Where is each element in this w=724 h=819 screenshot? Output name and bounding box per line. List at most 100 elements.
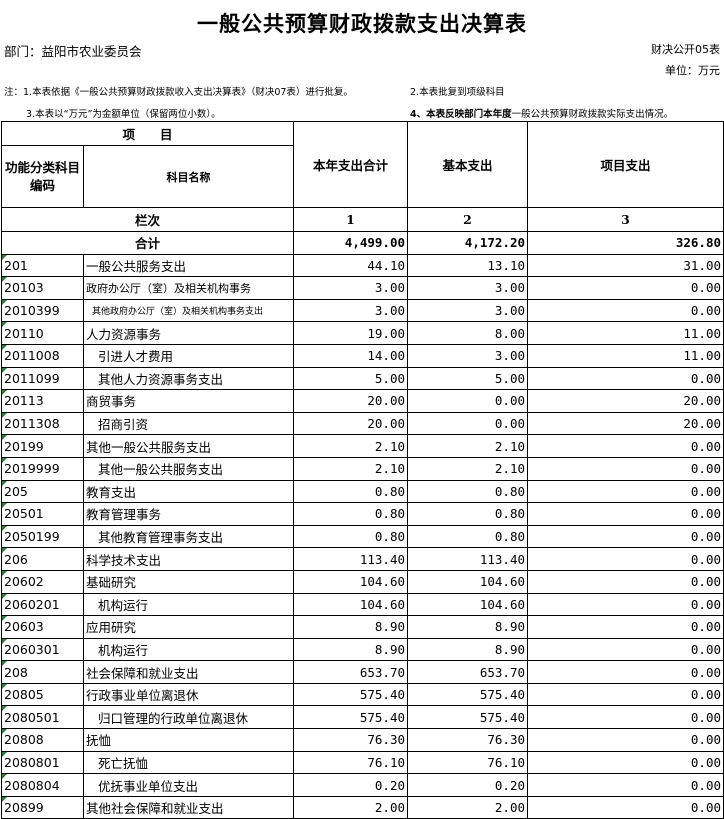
row-code: 2060301 <box>1 637 84 662</box>
row-name: 引进人才费用 <box>82 343 295 368</box>
row-total: 113.40 <box>293 547 409 571</box>
table-row: 20805 行政事业单位离退休 575.40 575.40 0.00 <box>1 682 724 707</box>
row-basic: 13.10 <box>407 253 529 278</box>
table-row: 20501 教育管理事务 0.80 0.80 0.00 <box>1 502 724 526</box>
table-row: 2080501 归口管理的行政单位离退休 575.40 575.40 0.00 <box>1 705 724 730</box>
row-code: 208 <box>1 660 84 684</box>
row-name: 其他一般公共服务支出 <box>82 456 295 481</box>
cell-marker-icon <box>2 390 7 396</box>
row-name: 招商引资 <box>82 411 295 436</box>
cell-marker-icon <box>2 797 7 802</box>
row-total: 575.40 <box>293 682 409 707</box>
total-basic: 4,172.20 <box>407 231 529 255</box>
cell-marker-icon <box>2 345 7 350</box>
row-name: 机构运行 <box>82 637 295 662</box>
seq-3: 3 <box>527 207 724 232</box>
row-code: 2011008 <box>1 343 84 368</box>
row-project: 0.00 <box>527 298 724 323</box>
cell-marker-icon <box>2 616 7 622</box>
row-code: 201 <box>1 253 84 278</box>
row-total: 0.80 <box>293 524 409 549</box>
cell-marker-icon <box>2 413 7 418</box>
row-code: 20603 <box>1 615 84 639</box>
row-basic: 0.20 <box>407 773 529 797</box>
row-code-text: 20602 <box>4 574 44 590</box>
header-item: 项 目 <box>0 121 295 146</box>
total-project: 326.80 <box>527 231 724 255</box>
cell-marker-icon <box>2 255 7 260</box>
table-row: 208 社会保障和就业支出 653.70 653.70 0.00 <box>1 660 724 684</box>
row-total: 14.00 <box>293 343 409 368</box>
cell-marker-icon <box>2 571 7 576</box>
row-basic: 0.80 <box>407 479 529 504</box>
note-4-bold: 4、本表反映部门本年度 <box>410 109 512 120</box>
total-label: 合计 <box>0 231 295 255</box>
row-code-text: 2011308 <box>4 416 60 432</box>
row-code: 206 <box>1 547 84 571</box>
row-basic: 2.10 <box>407 456 529 481</box>
cell-marker-icon <box>2 526 7 531</box>
table-row: 2050199 其他教育管理事务支出 0.80 0.80 0.00 <box>1 524 724 549</box>
row-project: 31.00 <box>527 253 724 278</box>
row-code-text: 2080801 <box>4 754 60 770</box>
row-project: 0.00 <box>527 773 724 797</box>
cell-marker-icon <box>2 300 7 305</box>
row-name: 其他一般公共服务支出 <box>82 434 295 458</box>
row-total: 2.00 <box>293 795 409 819</box>
row-code-text: 2019999 <box>4 461 60 477</box>
expenditure-table: 项 目 本年支出合计 基本支出 项目支出 功能分类科目编码 科目名称 栏次 1 … <box>0 121 724 819</box>
row-code-text: 2060201 <box>4 596 60 612</box>
row-project: 0.00 <box>527 524 724 549</box>
row-basic: 3.00 <box>407 298 529 323</box>
row-total: 19.00 <box>293 321 409 345</box>
row-code: 20899 <box>1 795 84 819</box>
row-name: 其他教育管理事务支出 <box>82 524 295 549</box>
seq-2: 2 <box>407 207 529 232</box>
row-code: 20808 <box>1 728 84 752</box>
row-basic: 104.60 <box>407 569 529 594</box>
note-3: 3.本表以“万元”为金额单位（保留两位小数）。 <box>26 109 221 120</box>
row-code: 2060201 <box>1 592 84 617</box>
row-code: 20103 <box>1 276 84 300</box>
row-project: 0.00 <box>527 750 724 775</box>
table-row: 2060301 机构运行 8.90 8.90 0.00 <box>1 637 724 662</box>
row-code: 20501 <box>1 502 84 526</box>
row-project: 11.00 <box>527 343 724 368</box>
row-basic: 653.70 <box>407 660 529 684</box>
row-code: 2080804 <box>1 773 84 797</box>
cell-marker-icon <box>2 368 7 373</box>
cell-marker-icon <box>2 458 7 463</box>
row-code-text: 20899 <box>4 800 44 816</box>
row-code: 20113 <box>1 389 84 413</box>
row-total: 3.00 <box>293 276 409 300</box>
row-code-text: 2060301 <box>4 641 60 657</box>
row-code: 2011099 <box>1 366 84 391</box>
row-project: 11.00 <box>527 321 724 345</box>
row-basic: 0.80 <box>407 502 529 526</box>
row-basic: 76.10 <box>407 750 529 775</box>
row-project: 0.00 <box>527 682 724 707</box>
row-code-text: 20113 <box>4 393 44 409</box>
row-basic: 76.30 <box>407 728 529 752</box>
row-code-text: 20603 <box>4 619 44 635</box>
row-name: 科学技术支出 <box>82 547 295 571</box>
row-name: 归口管理的行政单位离退休 <box>82 705 295 730</box>
row-total: 0.20 <box>293 773 409 797</box>
row-name: 商贸事务 <box>82 389 295 413</box>
row-name: 社会保障和就业支出 <box>82 660 295 684</box>
row-total: 5.00 <box>293 366 409 391</box>
row-code-text: 205 <box>4 483 28 499</box>
row-name: 其他人力资源事务支出 <box>82 366 295 391</box>
row-code-text: 201 <box>4 257 28 273</box>
table-row: 205 教育支出 0.80 0.80 0.00 <box>1 479 724 504</box>
row-code-text: 20808 <box>4 732 44 748</box>
row-basic: 8.00 <box>407 321 529 345</box>
table-row: 20603 应用研究 8.90 8.90 0.00 <box>1 615 724 639</box>
row-code-text: 2011008 <box>4 348 60 364</box>
cell-marker-icon <box>2 729 7 735</box>
table-row: 20899 其他社会保障和就业支出 2.00 2.00 0.00 <box>1 795 724 819</box>
cell-marker-icon <box>2 752 7 757</box>
table-row: 2011308 招商引资 20.00 0.00 20.00 <box>1 411 724 436</box>
row-basic: 2.10 <box>407 434 529 458</box>
row-total: 76.30 <box>293 728 409 752</box>
